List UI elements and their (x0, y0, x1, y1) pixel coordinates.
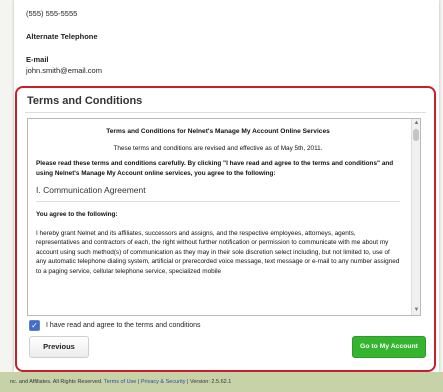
alternate-telephone-label: Alternate Telephone (26, 32, 98, 41)
terms-content: Terms and Conditions for Nelnet's Manage… (36, 125, 400, 277)
agree-checkbox[interactable]: ✓ (29, 320, 40, 331)
terms-scroll-box[interactable]: Terms and Conditions for Nelnet's Manage… (27, 118, 421, 316)
terms-of-use-link[interactable]: Terms of Use (104, 379, 136, 385)
terms-doc-heading: Terms and Conditions for Nelnet's Manage… (106, 128, 330, 135)
terms-scrollbar[interactable]: ▲ ▼ (411, 119, 420, 315)
terms-panel-title: Terms and Conditions (27, 95, 143, 107)
terms-panel: Terms and Conditions Terms and Condition… (15, 86, 436, 372)
terms-section-title: I. Communication Agreement (36, 185, 146, 196)
email-label: E-mail (26, 55, 49, 64)
go-to-my-account-button[interactable]: Go to My Account (352, 336, 426, 358)
footer: nc. and Affiliates. All Rights Reserved.… (0, 372, 443, 392)
section-divider (36, 200, 400, 202)
scroll-down-icon[interactable]: ▼ (413, 307, 420, 314)
terms-intro: Please read these terms and conditions c… (36, 160, 394, 177)
previous-button[interactable]: Previous (29, 336, 89, 358)
terms-agree-heading: You agree to the following: (36, 210, 118, 218)
footer-version: | Version: 2.5.62.1 (187, 379, 232, 385)
agree-row[interactable]: ✓ I have read and agree to the terms and… (29, 320, 201, 331)
privacy-security-link[interactable]: Privacy & Security (141, 379, 186, 385)
scroll-up-icon[interactable]: ▲ (413, 120, 420, 127)
title-divider (25, 112, 426, 113)
terms-effective-date: These terms and conditions are revised a… (113, 144, 323, 152)
agree-checkbox-label[interactable]: I have read and agree to the terms and c… (46, 322, 201, 329)
email-value: john.smith@email.com (26, 66, 102, 75)
scroll-thumb[interactable] (413, 129, 419, 141)
phone-value: (555) 555-5555 (26, 9, 78, 18)
footer-copyright: nc. and Affiliates. All Rights Reserved. (10, 379, 103, 385)
footer-separator: | (137, 379, 140, 385)
terms-body: I hereby grant Nelnet and its affiliates… (36, 229, 400, 275)
